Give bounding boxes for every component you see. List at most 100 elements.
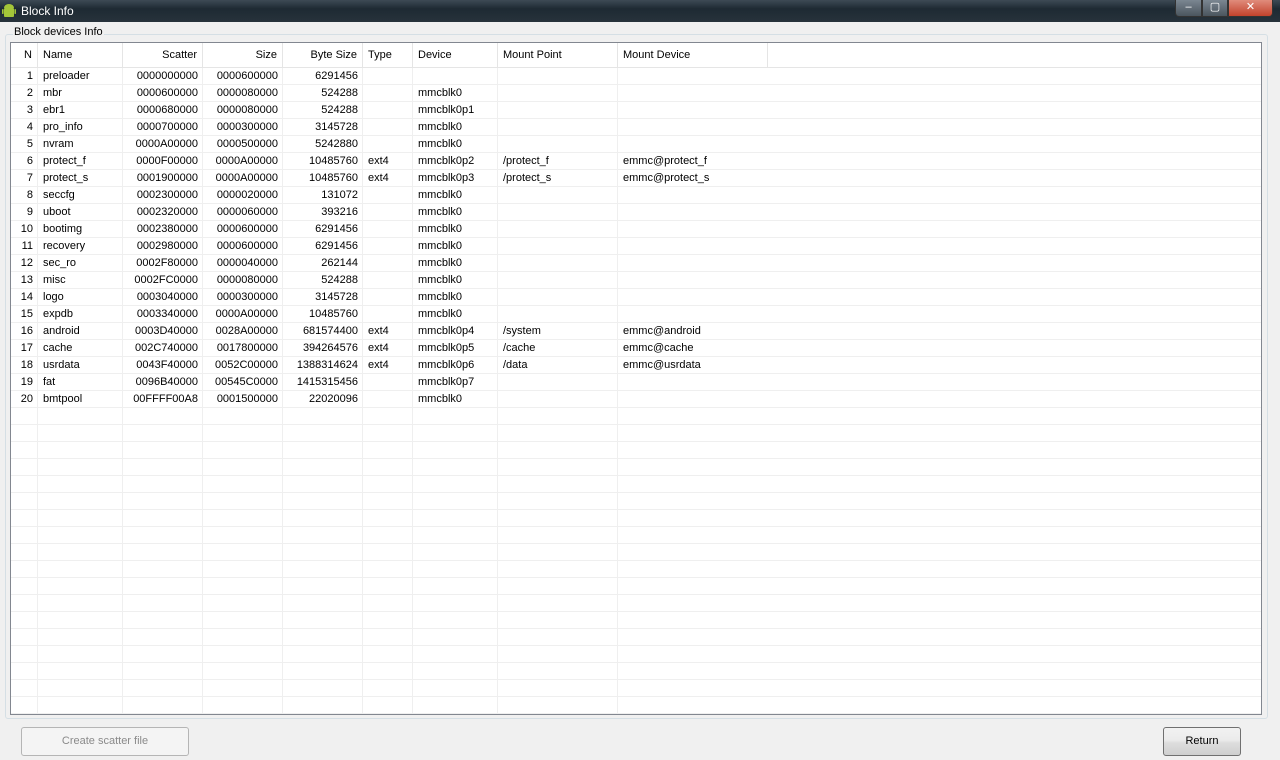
cell-mount-point bbox=[498, 374, 618, 391]
cell-byte-size: 6291456 bbox=[315, 240, 358, 252]
cell-name: bootimg bbox=[43, 223, 83, 235]
cell-byte-size: 524288 bbox=[321, 87, 358, 99]
cell-mount-device: emmc@usrdata bbox=[623, 359, 701, 371]
cell-type bbox=[363, 187, 413, 204]
table-row[interactable]: 19 fat 0096B40000 00545C0000 1415315456 mmcbl… bbox=[11, 374, 1261, 391]
cell-size: 0000080000 bbox=[216, 87, 278, 99]
cell-name: bmtpool bbox=[43, 393, 83, 405]
cell-name: android bbox=[43, 325, 80, 337]
grid-hline bbox=[11, 645, 1261, 646]
cell-mount-point: /system bbox=[503, 325, 541, 337]
cell-mount-point bbox=[498, 187, 618, 204]
header-col-scatter[interactable]: Scatter bbox=[123, 43, 203, 67]
cell-size: 0052C00000 bbox=[214, 359, 278, 371]
table-row[interactable]: 12 sec_ro 0002F80000 0000040000 262144 mmcblk… bbox=[11, 255, 1261, 272]
cell-n: 16 bbox=[20, 325, 33, 337]
grid-hline bbox=[11, 543, 1261, 544]
cell-byte-size: 3145728 bbox=[315, 121, 358, 133]
cell-byte-size: 1415315456 bbox=[296, 376, 358, 388]
cell-byte-size: 524288 bbox=[321, 104, 358, 116]
header-col-device[interactable]: Device bbox=[413, 43, 498, 67]
table-row[interactable]: 6 protect_f 0000F00000 0000A00000 10485760 ex… bbox=[11, 153, 1261, 170]
table-row[interactable]: 3 ebr1 0000680000 0000080000 524288 mmcblk0p1 bbox=[11, 102, 1261, 119]
cell-name: nvram bbox=[43, 138, 74, 150]
cell-mount-device bbox=[618, 238, 768, 255]
header-col-mount-point[interactable]: Mount Point bbox=[498, 43, 618, 67]
header-col-name[interactable]: Name bbox=[38, 43, 123, 67]
cell-type bbox=[363, 68, 413, 85]
table-row[interactable]: 16 android 0003D40000 0028A00000 681574400 ex… bbox=[11, 323, 1261, 340]
table-row[interactable]: 8 seccfg 0002300000 0000020000 131072 mmcblk0 bbox=[11, 187, 1261, 204]
cell-byte-size: 5242880 bbox=[315, 138, 358, 150]
table-row[interactable]: 2 mbr 0000600000 0000080000 524288 mmcblk0 bbox=[11, 85, 1261, 102]
header-col-mount-device[interactable]: Mount Device bbox=[618, 43, 768, 67]
table-row[interactable]: 13 misc 0002FC0000 0000080000 524288 mmcblk0 bbox=[11, 272, 1261, 289]
cell-mount-point bbox=[498, 102, 618, 119]
cell-byte-size: 1388314624 bbox=[296, 359, 358, 371]
table-row[interactable]: 1 preloader 0000000000 0000600000 6291456 bbox=[11, 68, 1261, 85]
cell-name: usrdata bbox=[43, 359, 80, 371]
block-devices-table[interactable]: N Name Scatter Size Byte Size Type Device Mount… bbox=[10, 42, 1262, 715]
cell-size: 00545C0000 bbox=[214, 376, 278, 388]
cell-mount-point bbox=[498, 85, 618, 102]
cell-type bbox=[363, 289, 413, 306]
cell-scatter: 0002980000 bbox=[136, 240, 198, 252]
cell-byte-size: 131072 bbox=[321, 189, 358, 201]
cell-size: 0000A00000 bbox=[215, 172, 278, 184]
cell-n: 12 bbox=[20, 257, 33, 269]
cell-scatter: 0000F00000 bbox=[136, 155, 198, 167]
cell-device: mmcblk0p4 bbox=[418, 325, 475, 337]
cell-device: mmcblk0 bbox=[418, 138, 463, 150]
cell-mount-point bbox=[498, 136, 618, 153]
table-row[interactable]: 9 uboot 0002320000 0000060000 393216 mmcblk0 bbox=[11, 204, 1261, 221]
close-button[interactable]: ✕ bbox=[1228, 0, 1273, 17]
cell-size: 0000020000 bbox=[216, 189, 278, 201]
cell-mount-point bbox=[498, 204, 618, 221]
cell-n: 5 bbox=[26, 138, 33, 150]
cell-device: mmcblk0 bbox=[418, 291, 463, 303]
cell-name: misc bbox=[43, 274, 66, 286]
cell-mount-point: /data bbox=[503, 359, 528, 371]
header-col-byte-size[interactable]: Byte Size bbox=[283, 43, 363, 67]
cell-n: 7 bbox=[26, 172, 33, 184]
cell-type bbox=[363, 238, 413, 255]
cell-device: mmcblk0p3 bbox=[418, 172, 475, 184]
header-col-size[interactable]: Size bbox=[203, 43, 283, 67]
cell-mount-point bbox=[498, 391, 618, 408]
cell-device: mmcblk0 bbox=[418, 189, 463, 201]
table-row[interactable]: 17 cache 002C740000 0017800000 394264576 ext4… bbox=[11, 340, 1261, 357]
return-button[interactable]: Return bbox=[1163, 727, 1241, 756]
create-scatter-file-button[interactable]: Create scatter file bbox=[21, 727, 189, 756]
cell-mount-point bbox=[498, 238, 618, 255]
cell-type: ext4 bbox=[368, 359, 389, 371]
cell-byte-size: 3145728 bbox=[315, 291, 358, 303]
cell-mount-point: /protect_f bbox=[503, 155, 549, 167]
cell-type bbox=[363, 119, 413, 136]
table-row[interactable]: 7 protect_s 0001900000 0000A00000 10485760 ex… bbox=[11, 170, 1261, 187]
grid-hline bbox=[11, 526, 1261, 527]
table-row[interactable]: 11 recovery 0002980000 0000600000 6291456 mmc… bbox=[11, 238, 1261, 255]
table-row[interactable]: 10 bootimg 0002380000 0000600000 6291456 mmcb… bbox=[11, 221, 1261, 238]
header-col-type[interactable]: Type bbox=[363, 43, 413, 67]
table-row[interactable]: 14 logo 0003040000 0000300000 3145728 mmcblk0 bbox=[11, 289, 1261, 306]
header-col-n[interactable]: N bbox=[11, 43, 38, 67]
table-row[interactable]: 5 nvram 0000A00000 0000500000 5242880 mmcblk0 bbox=[11, 136, 1261, 153]
table-row[interactable]: 4 pro_info 0000700000 0000300000 3145728 mmcb… bbox=[11, 119, 1261, 136]
cell-mount-point bbox=[498, 119, 618, 136]
minimize-button[interactable]: – bbox=[1175, 0, 1202, 17]
cell-size: 0000080000 bbox=[216, 274, 278, 286]
cell-byte-size: 394264576 bbox=[302, 342, 358, 354]
maximize-button[interactable]: ▢ bbox=[1202, 0, 1228, 17]
cell-size: 0000600000 bbox=[216, 223, 278, 235]
cell-scatter: 0002FC0000 bbox=[134, 274, 198, 286]
cell-mount-point bbox=[498, 272, 618, 289]
cell-n: 6 bbox=[26, 155, 33, 167]
grid-hline bbox=[11, 441, 1261, 442]
table-row[interactable]: 15 expdb 0003340000 0000A00000 10485760 mmcbl… bbox=[11, 306, 1261, 323]
cell-n: 8 bbox=[26, 189, 33, 201]
cell-mount-point bbox=[498, 68, 618, 85]
table-row[interactable]: 18 usrdata 0043F40000 0052C00000 1388314624 e… bbox=[11, 357, 1261, 374]
table-row[interactable]: 20 bmtpool 00FFFF00A8 0001500000 22020096 mmc… bbox=[11, 391, 1261, 408]
cell-size: 0000600000 bbox=[216, 70, 278, 82]
cell-device: mmcblk0 bbox=[418, 206, 463, 218]
